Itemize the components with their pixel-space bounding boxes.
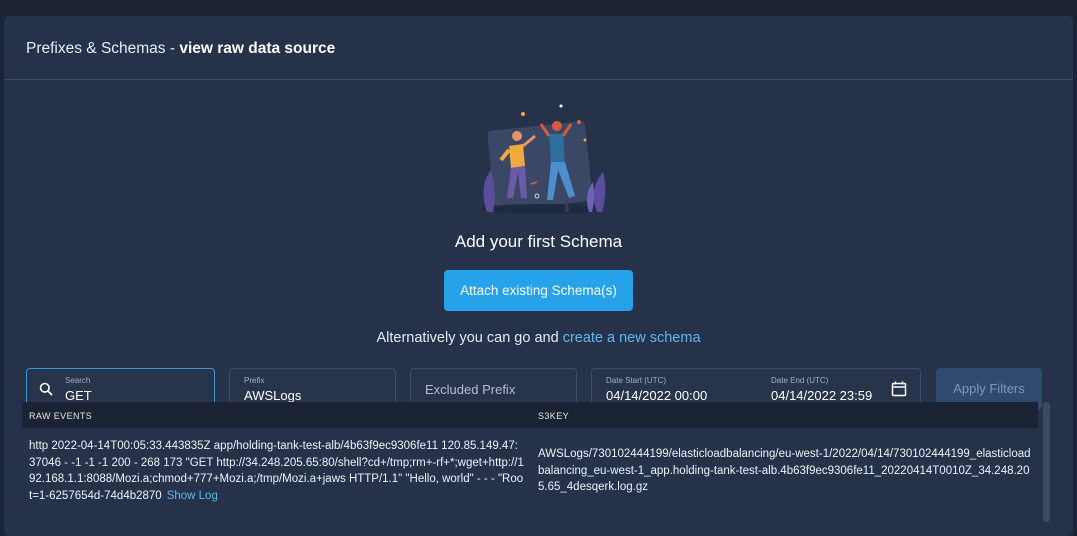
table-row: http 2022-04-14T00:05:33.443835Z app/hol… <box>22 428 1038 522</box>
alternative-text-prefix: Alternatively you can go and <box>376 330 563 346</box>
panel-title-prefix: Prefixes & Schemas - <box>26 40 180 57</box>
table-header: RAW EVENTS S3KEY <box>22 402 1038 428</box>
raw-event-text: http 2022-04-14T00:05:33.443835Z app/hol… <box>29 440 524 502</box>
date-start-label: Date Start (UTC) <box>606 376 667 385</box>
panel-title-bold: view raw data source <box>179 40 336 57</box>
raw-event-cell: http 2022-04-14T00:05:33.443835Z app/hol… <box>29 438 524 504</box>
calendar-icon[interactable] <box>891 381 907 397</box>
create-schema-link[interactable]: create a new schema <box>563 330 701 346</box>
date-start-value[interactable]: 04/14/2022 00:00 <box>606 388 707 403</box>
empty-state-title: Add your first Schema <box>454 232 623 251</box>
show-log-link[interactable]: Show Log <box>167 490 218 502</box>
excluded-prefix-placeholder: Excluded Prefix <box>425 382 516 397</box>
date-end-value[interactable]: 04/14/2022 23:59 <box>771 388 872 403</box>
people-celebrating-illustration <box>481 104 606 214</box>
raw-events-table: RAW EVENTS S3KEY http 2022-04-14T00:05:3… <box>22 402 1038 522</box>
prefix-label: Prefix <box>244 376 265 385</box>
table-scrollbar[interactable] <box>1043 402 1050 522</box>
top-bar <box>0 0 1077 16</box>
prefix-value: AWSLogs <box>244 388 302 403</box>
s3key-cell: AWSLogs/730102444199/elasticloadbalancin… <box>538 448 1031 493</box>
search-icon <box>39 382 53 396</box>
search-value: GET <box>65 388 92 403</box>
panel-title: Prefixes & Schemas - view raw data sourc… <box>4 16 1073 80</box>
column-header-s3key: S3KEY <box>538 411 570 421</box>
column-header-raw-events: RAW EVENTS <box>29 411 93 421</box>
date-end-label: Date End (UTC) <box>771 376 829 385</box>
search-label: Search <box>65 376 91 385</box>
alternative-text: Alternatively you can go and create a ne… <box>4 330 1073 346</box>
attach-schema-button[interactable]: Attach existing Schema(s) <box>444 270 633 311</box>
